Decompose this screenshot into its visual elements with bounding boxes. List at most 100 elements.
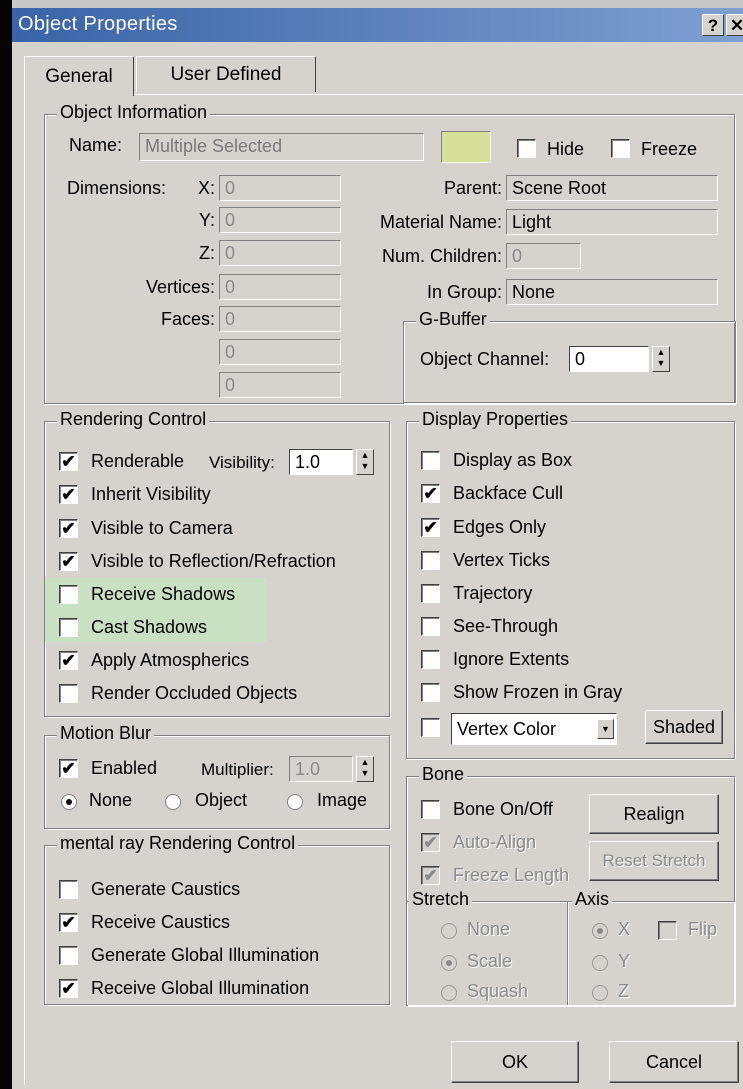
freeze-length-checkbox[interactable]: ✔	[421, 866, 440, 885]
generate-gi-checkbox[interactable]	[59, 946, 78, 965]
z-label: Z:	[199, 243, 215, 263]
apply-atmospherics-label: Apply Atmospherics	[91, 650, 250, 670]
multiplier-label: Multiplier:	[201, 760, 274, 779]
num-children-field: 0	[506, 243, 581, 269]
visibility-input[interactable]: 1.0	[289, 449, 353, 475]
edges-only-checkbox[interactable]: ✔	[421, 518, 440, 537]
title-bar: Object Properties ? ✕	[12, 8, 743, 42]
visible-to-camera-checkbox[interactable]: ✔	[59, 519, 78, 538]
inherit-visibility-label: Inherit Visibility	[91, 484, 211, 504]
hide-label: Hide	[547, 139, 585, 159]
see-through-checkbox[interactable]	[421, 617, 440, 636]
motion-blur-enabled-label: Enabled	[91, 758, 158, 778]
apply-atmospherics-checkbox[interactable]: ✔	[59, 651, 78, 670]
flip-checkbox[interactable]	[658, 921, 677, 940]
object-channel-spinner[interactable]: ▲ ▼	[652, 346, 670, 372]
receive-caustics-label: Receive Caustics	[91, 912, 231, 932]
object-information-group: Object Information Name: Multiple Select…	[44, 102, 736, 404]
chevron-down-icon[interactable]: ▼	[597, 719, 614, 739]
trajectory-checkbox[interactable]	[421, 584, 440, 603]
x-label: X:	[197, 178, 215, 198]
realign-button[interactable]: Realign	[589, 794, 719, 834]
object-color-swatch[interactable]	[441, 131, 491, 163]
generate-gi-label: Generate Global Illumination	[91, 945, 320, 965]
name-field[interactable]: Multiple Selected	[139, 133, 424, 161]
g-buffer-legend: G-Buffer	[416, 309, 490, 330]
visible-to-reflection-checkbox[interactable]: ✔	[59, 552, 78, 571]
dimension-y-field: 0	[219, 207, 341, 233]
ok-button[interactable]: OK	[451, 1041, 579, 1083]
material-name-label: Material Name:	[379, 212, 502, 232]
reset-stretch-button[interactable]: Reset Stretch	[589, 841, 719, 881]
inherit-visibility-checkbox[interactable]: ✔	[59, 485, 78, 504]
axis-x-radio[interactable]	[592, 923, 608, 939]
multiplier-spinner[interactable]: ▲ ▼	[356, 756, 374, 782]
axis-z-radio[interactable]	[592, 985, 608, 1001]
help-button[interactable]: ?	[702, 14, 724, 36]
stretch-squash-radio[interactable]	[441, 985, 457, 1001]
axis-y-radio[interactable]	[592, 955, 608, 971]
motion-blur-none-radio[interactable]	[61, 794, 77, 810]
generate-caustics-checkbox[interactable]	[59, 880, 78, 899]
stretch-scale-label: Scale	[467, 951, 513, 971]
object-information-legend: Object Information	[57, 102, 211, 123]
ignore-extents-checkbox[interactable]	[421, 650, 440, 669]
renderable-checkbox[interactable]: ✔	[59, 452, 78, 471]
cast-shadows-label: Cast Shadows	[91, 617, 208, 637]
dimension-x-field: 0	[219, 175, 341, 201]
dimension-z-field: 0	[219, 240, 341, 266]
show-frozen-in-gray-checkbox[interactable]	[421, 683, 440, 702]
vertices-label: Vertices:	[145, 277, 215, 297]
motion-blur-legend: Motion Blur	[57, 723, 155, 744]
dialog-title: Object Properties	[18, 13, 178, 35]
stretch-legend: Stretch	[409, 889, 473, 910]
bone-on-off-checkbox[interactable]	[421, 800, 440, 819]
trajectory-label: Trajectory	[453, 583, 533, 603]
object-channel-label: Object Channel:	[420, 349, 550, 369]
stretch-none-radio[interactable]	[441, 923, 457, 939]
in-group-field: None	[506, 279, 718, 305]
display-as-box-checkbox[interactable]	[421, 451, 440, 470]
motion-blur-image-radio[interactable]	[287, 794, 303, 810]
extra-count-field-1: 0	[219, 339, 341, 365]
object-channel-input[interactable]: 0	[569, 346, 649, 372]
vertex-ticks-checkbox[interactable]	[421, 551, 440, 570]
receive-gi-checkbox[interactable]: ✔	[59, 979, 78, 998]
rendering-control-group: Rendering Control ✔ Renderable Visibilit…	[44, 409, 390, 717]
renderable-label: Renderable	[91, 451, 185, 471]
auto-align-checkbox[interactable]: ✔	[421, 833, 440, 852]
vertex-color-dropdown[interactable]: Vertex Color	[451, 713, 617, 745]
motion-blur-enabled-checkbox[interactable]: ✔	[59, 759, 78, 778]
vertex-ticks-label: Vertex Ticks	[453, 550, 551, 570]
cast-shadows-checkbox[interactable]	[59, 618, 78, 637]
rendering-control-legend: Rendering Control	[57, 409, 210, 430]
cancel-button[interactable]: Cancel	[609, 1041, 739, 1083]
axis-legend: Axis	[572, 889, 613, 910]
freeze-checkbox[interactable]	[611, 139, 630, 158]
visibility-spinner[interactable]: ▲ ▼	[356, 449, 374, 475]
backface-cull-checkbox[interactable]: ✔	[421, 484, 440, 503]
show-frozen-in-gray-label: Show Frozen in Gray	[453, 682, 623, 702]
ignore-extents-label: Ignore Extents	[453, 649, 570, 669]
stretch-group: Stretch None Scale Squash	[407, 889, 568, 1005]
shaded-button[interactable]: Shaded	[645, 710, 723, 744]
hide-checkbox[interactable]	[517, 139, 536, 158]
parent-field: Scene Root	[506, 175, 718, 201]
receive-caustics-checkbox[interactable]: ✔	[59, 913, 78, 932]
backface-cull-label: Backface Cull	[453, 483, 564, 503]
stretch-scale-radio[interactable]	[441, 955, 457, 971]
material-name-field: Light	[506, 209, 718, 235]
receive-gi-label: Receive Global Illumination	[91, 978, 310, 998]
freeze-label: Freeze	[641, 139, 698, 159]
vertex-color-checkbox[interactable]	[421, 718, 440, 737]
motion-blur-object-radio[interactable]	[165, 794, 181, 810]
y-label: Y:	[198, 210, 215, 230]
receive-shadows-checkbox[interactable]	[59, 585, 78, 604]
edges-only-label: Edges Only	[453, 517, 547, 537]
motion-blur-none-label: None	[89, 790, 133, 810]
render-occluded-checkbox[interactable]	[59, 684, 78, 703]
axis-group: Axis X Flip Y Z	[567, 889, 734, 1005]
tab-general[interactable]: General	[24, 56, 134, 96]
tab-user-defined[interactable]: User Defined	[136, 56, 316, 92]
close-button[interactable]: ✕	[726, 14, 743, 36]
